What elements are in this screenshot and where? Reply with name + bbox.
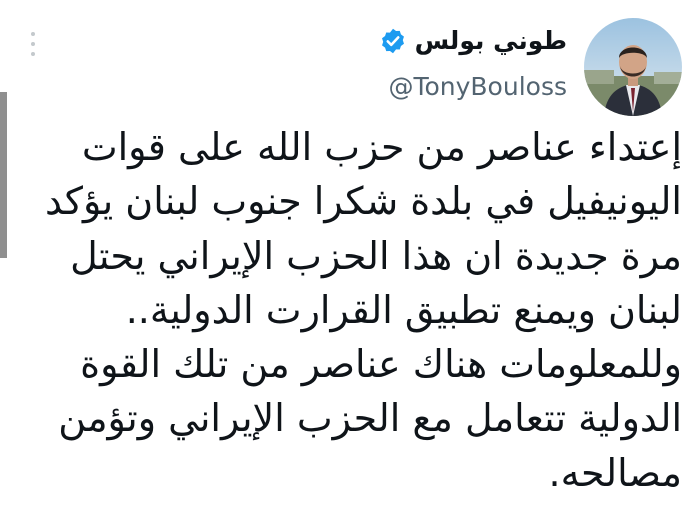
author-handle[interactable]: @TonyBouloss — [388, 70, 567, 104]
tweet-text-line: مصالحه. — [548, 450, 682, 495]
tweet-text-line: لبنان ويمنع تطبيق القرارت الدولية.. — [125, 287, 682, 332]
tweet-text-line: وللمعلومات هناك عناصر من تلك القوة — [80, 342, 682, 387]
left-edge-divider — [0, 92, 7, 258]
tweet-text-line: مرة جديدة ان هذا الحزب الإيراني يحتل — [70, 233, 682, 278]
more-options-button[interactable] — [26, 32, 40, 56]
tweet-text-line: اليونيفيل في بلدة شكرا جنوب لبنان يؤكد — [44, 179, 682, 224]
avatar-photo — [584, 18, 682, 116]
avatar[interactable] — [584, 18, 682, 116]
tweet-text-line: الدولية تتعامل مع الحزب الإيراني وتؤمن — [58, 396, 682, 441]
more-dot — [31, 52, 35, 56]
author-name-row[interactable]: طوني بولس — [379, 24, 567, 58]
tweet-text: إعتداء عناصر من حزب الله على قوات اليوني… — [42, 120, 682, 500]
tweet-text-line: إعتداء عناصر من حزب الله على قوات — [81, 125, 682, 169]
more-dot — [31, 42, 35, 46]
verified-badge-icon — [379, 27, 407, 55]
display-name: طوني بولس — [414, 26, 567, 55]
more-dot — [31, 32, 35, 36]
